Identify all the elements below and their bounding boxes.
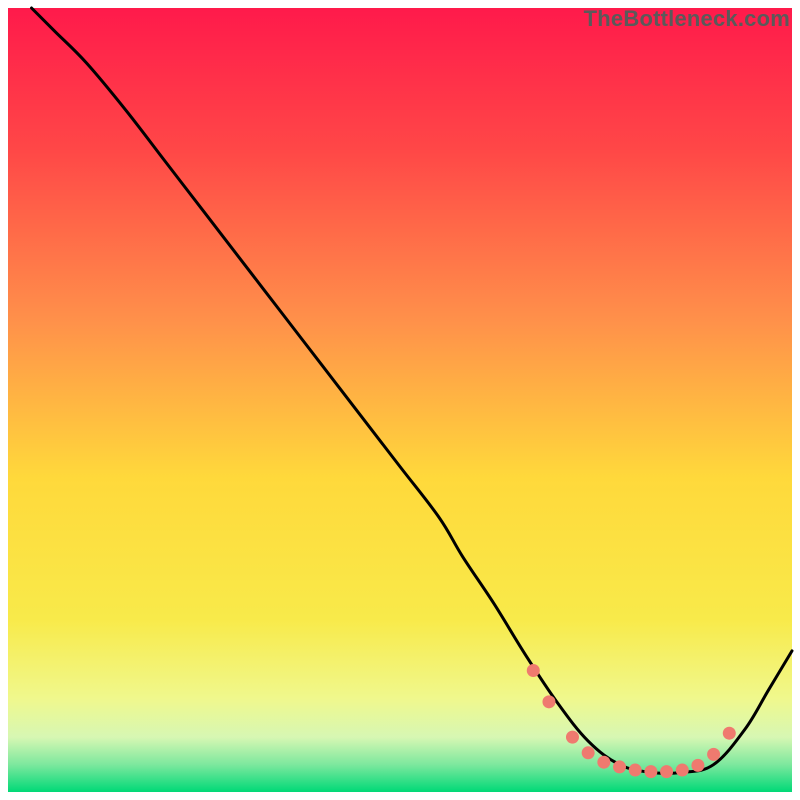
marker-point	[527, 664, 540, 677]
marker-point	[566, 731, 579, 744]
marker-point	[707, 748, 720, 761]
chart-container: TheBottleneck.com	[0, 0, 800, 800]
marker-point	[676, 764, 689, 777]
marker-point	[644, 765, 657, 778]
chart-svg	[0, 0, 800, 800]
watermark-label: TheBottleneck.com	[584, 6, 790, 32]
marker-point	[597, 756, 610, 769]
marker-point	[723, 727, 736, 740]
marker-point	[660, 765, 673, 778]
marker-point	[613, 760, 626, 773]
marker-point	[629, 764, 642, 777]
marker-point	[582, 746, 595, 759]
marker-point	[691, 759, 704, 772]
plot-background	[8, 8, 792, 792]
marker-point	[542, 695, 555, 708]
